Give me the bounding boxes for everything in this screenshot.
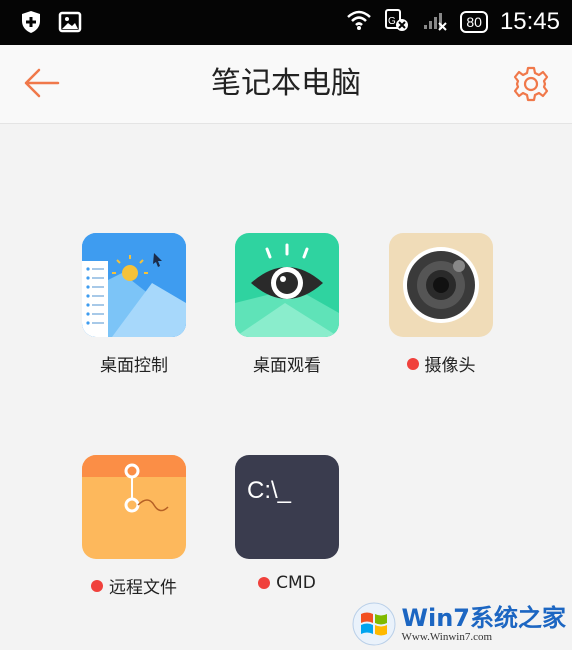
app-camera[interactable]: 摄像头 [376,233,506,376]
app-label: 摄像头 [406,351,476,376]
app-cmd[interactable]: C:\_ CMD [222,455,352,593]
signal-off-icon [422,9,448,35]
app-desktop-control[interactable]: 桌面控制 [69,233,199,376]
data-off-icon: G [384,8,410,36]
terminal-icon: C:\_ [235,455,339,559]
app-label: 桌面控制 [100,356,168,376]
windows-logo-icon [352,602,396,646]
app-remote-files[interactable]: 远程文件 [69,455,199,598]
desktop-control-icon [82,233,186,337]
camera-icon [389,233,493,337]
eye-icon [235,233,339,337]
app-header: 笔记本电脑 [0,45,572,124]
app-grid: 桌面控制 桌面观看 摄像头 远程文件 C:\_ CMD [0,123,572,650]
svg-text:G: G [388,16,396,27]
watermark: Win7系统之家 Www.Winwin7.com [352,602,566,646]
notification-dot [406,357,419,370]
gear-icon [513,66,549,102]
watermark-brand: Win7系统之家 [401,604,566,632]
settings-button[interactable] [512,65,550,103]
app-label: 远程文件 [91,573,177,598]
wifi-icon [346,9,372,35]
shield-plus-icon [20,10,42,38]
watermark-url: Www.Winwin7.com [401,631,493,643]
notification-dot [258,577,271,589]
page-title: 笔记本电脑 [211,66,361,101]
terminal-prompt: C:\_ [247,477,292,504]
clock: 15:45 [499,8,560,35]
battery-indicator: 80 [460,11,488,33]
envelope-icon [82,455,186,559]
notification-dot [91,579,103,592]
app-label: CMD [258,573,316,593]
image-icon [58,11,82,37]
app-desktop-view[interactable]: 桌面观看 [222,233,352,376]
status-bar: G 80 15:45 [0,0,572,45]
app-label: 桌面观看 [253,356,321,376]
